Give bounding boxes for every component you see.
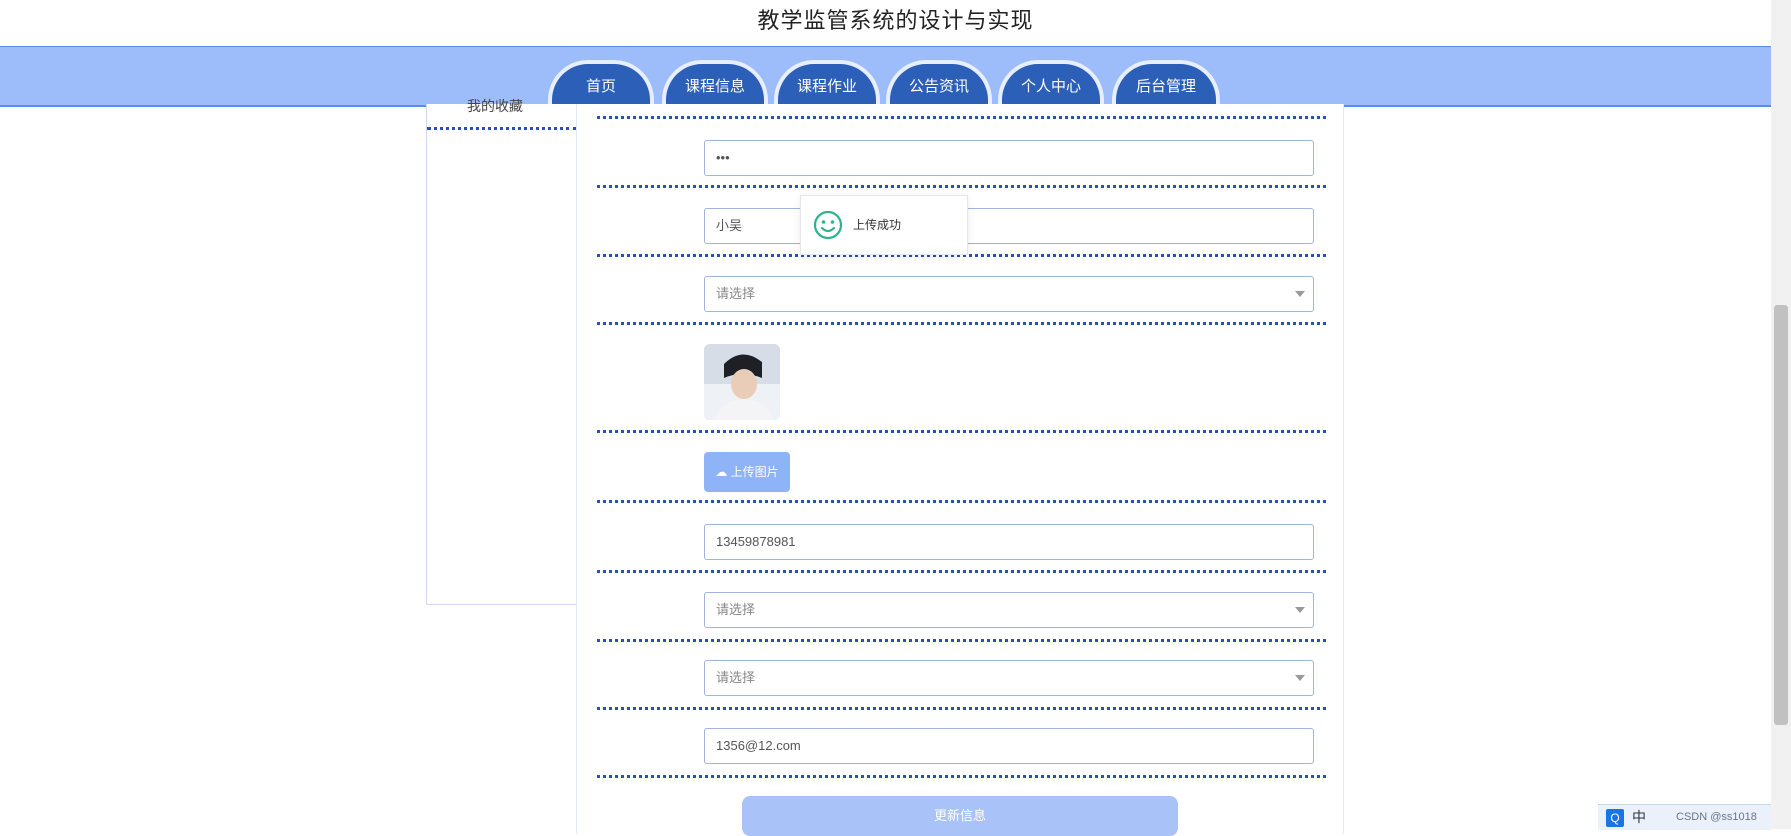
email-field[interactable]: 1356@12.com [704,728,1314,764]
nav-tab-course-homework[interactable]: 课程作业 [774,60,880,106]
phone-field[interactable]: 13459878981 [704,524,1314,560]
sidebar-item-favorites[interactable]: 我的收藏 [467,96,523,116]
update-info-button[interactable]: 更新信息 [742,796,1178,836]
upload-image-label: 上传图片 [730,465,779,479]
system-tray: Q 中 CSDN @ss1018 [1598,804,1771,830]
row-divider [597,322,1326,325]
chevron-down-icon [1295,675,1305,681]
gender-select[interactable]: 请选择 [704,276,1314,312]
avatar [704,344,780,420]
class-select[interactable]: 请选择 [704,660,1314,696]
upload-image-button[interactable]: ☁ 上传图片 [704,452,790,492]
sidebar-divider [427,127,577,130]
major-select-value: 请选择 [716,602,756,617]
scrollbar-thumb[interactable] [1774,305,1788,725]
top-navbar: 首页 课程信息 课程作业 公告资讯 个人中心 后台管理 [0,46,1771,107]
sidebar: 我的收藏 [426,98,578,605]
row-divider [597,570,1326,573]
password-field[interactable]: ••• [704,140,1314,176]
row-divider [597,185,1326,188]
user-photo-icon [704,344,780,420]
gender-select-value: 请选择 [716,286,756,301]
row-divider [597,639,1326,642]
toast-message: 上传成功 [853,218,902,232]
nav-tab-announcements[interactable]: 公告资讯 [886,60,992,106]
name-field[interactable]: 小吴 [704,208,1314,244]
row-divider [597,116,1326,119]
cloud-upload-icon: ☁ [715,465,728,479]
nav-tab-admin[interactable]: 后台管理 [1112,60,1220,106]
row-divider [597,500,1326,503]
chevron-down-icon [1295,607,1305,613]
chevron-down-icon [1295,291,1305,297]
row-divider [597,707,1326,710]
row-divider [597,775,1326,778]
ime-language-indicator[interactable]: 中 [1632,805,1646,830]
page-scrollbar[interactable] [1771,0,1791,829]
class-select-value: 请选择 [716,670,756,685]
nav-tab-course-info[interactable]: 课程信息 [662,60,768,106]
upload-success-toast: 上传成功 [800,195,968,255]
nav-tab-personal-center[interactable]: 个人中心 [998,60,1104,106]
row-divider [597,430,1326,433]
ime-q-icon[interactable]: Q [1606,809,1624,827]
major-select[interactable]: 请选择 [704,592,1314,628]
site-title: 教学监管系统的设计与实现 [757,8,1034,33]
smile-icon [813,210,843,240]
watermark: CSDN @ss1018 [1676,811,1757,823]
nav-tab-home[interactable]: 首页 [548,60,654,106]
